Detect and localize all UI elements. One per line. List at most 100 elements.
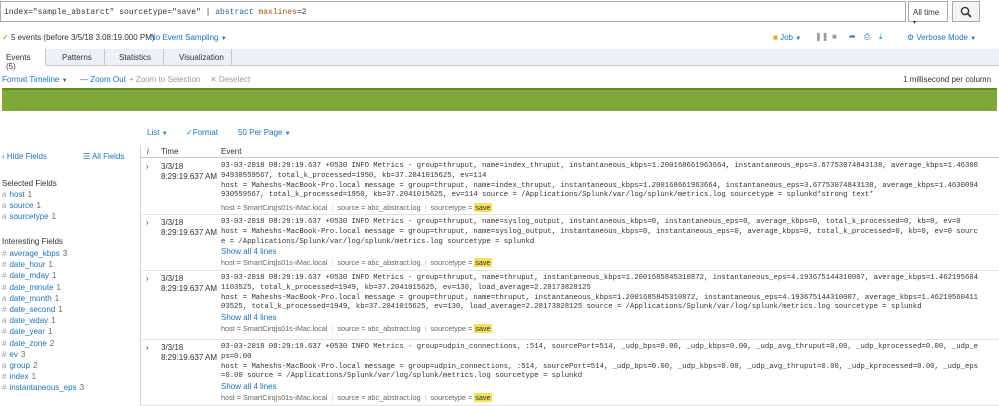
print-icon[interactable]: ⎙ bbox=[864, 32, 873, 41]
event-sampling-dropdown[interactable]: No Event Sampling ▼ bbox=[150, 33, 227, 42]
show-all-lines-link[interactable]: Show all 4 lines bbox=[221, 247, 277, 256]
field-type-icon: # bbox=[2, 327, 7, 337]
sourcetype-value[interactable]: save bbox=[474, 324, 492, 334]
field-item[interactable]: a date_month 1 bbox=[2, 294, 59, 303]
share-icon[interactable]: ➦ bbox=[849, 32, 858, 41]
list-icon: ☰ bbox=[83, 152, 91, 161]
column-info: i bbox=[147, 147, 149, 156]
field-count: 2 bbox=[32, 361, 38, 370]
field-type-icon: # bbox=[2, 282, 7, 292]
field-type-icon: # bbox=[2, 372, 7, 382]
events-count: ✓ 5 events (before 3/5/18 3:08:19.000 PM… bbox=[2, 33, 155, 42]
field-item[interactable]: # date_second 1 bbox=[2, 305, 63, 314]
expand-row-icon[interactable]: › bbox=[146, 343, 149, 352]
event-date: 3/3/18 bbox=[161, 274, 184, 283]
field-item[interactable]: a source 1 bbox=[2, 201, 41, 210]
all-fields-button[interactable]: ☰ All Fields bbox=[83, 152, 124, 161]
per-page-dropdown[interactable]: 50 Per Page ▼ bbox=[238, 128, 291, 137]
job-menu[interactable]: ■ Job ▼ bbox=[773, 33, 801, 42]
list-dropdown[interactable]: List ▼ bbox=[147, 128, 168, 137]
host-value[interactable]: SmartCirq|s01s-iMac.local bbox=[243, 393, 327, 402]
event-raw-text: 03-03-2018 08:29:19.637 +0530 INFO Metri… bbox=[221, 218, 979, 246]
field-type-icon: a bbox=[2, 316, 7, 326]
chevron-down-icon: ▾ bbox=[913, 20, 917, 26]
expand-row-icon[interactable]: › bbox=[146, 274, 149, 283]
column-time[interactable]: Time bbox=[161, 147, 178, 156]
timeline-scale: 1 millisecond per column bbox=[903, 75, 992, 84]
search-input[interactable]: index="sample_abstarct" sourcetype="save… bbox=[0, 1, 906, 22]
source-value[interactable]: abc_abstract.log bbox=[367, 203, 420, 212]
tab-events[interactable]: Events (5) bbox=[0, 49, 46, 71]
per-page-label: 50 Per Page bbox=[238, 128, 283, 137]
field-name: date_minute bbox=[9, 282, 54, 292]
zoom-out-button[interactable]: — Zoom Out bbox=[80, 75, 126, 84]
event-metadata: host = SmartCirq|s01s-iMac.local | source … bbox=[221, 393, 492, 403]
chevron-down-icon: ▼ bbox=[61, 78, 68, 84]
field-name: date_second bbox=[9, 305, 56, 314]
query-pipe: | bbox=[200, 8, 216, 17]
export-icon[interactable]: ⤓ bbox=[879, 32, 888, 41]
timeline-chart[interactable] bbox=[2, 88, 997, 111]
source-value[interactable]: abc_abstract.log bbox=[367, 393, 420, 402]
events-table: i Time Event › 3/3/18 8:29:19.637 AM 03-03-… bbox=[140, 145, 999, 406]
tab-statistics[interactable]: Statistics bbox=[105, 49, 164, 66]
field-item[interactable]: # instantaneous_eps 3 bbox=[2, 383, 84, 392]
field-item[interactable]: # ev 3 bbox=[2, 350, 25, 359]
zoom-to-selection-button[interactable]: + Zoom to Selection bbox=[129, 75, 200, 84]
show-all-lines-link[interactable]: Show all 4 lines bbox=[221, 313, 277, 322]
column-event[interactable]: Event bbox=[221, 147, 241, 156]
field-count: 1 bbox=[54, 293, 60, 303]
expand-row-icon[interactable]: › bbox=[146, 218, 149, 227]
time-range-picker[interactable]: All time ▾ bbox=[908, 1, 948, 26]
meta-separator: | bbox=[424, 393, 427, 403]
field-item[interactable]: # date_mday 1 bbox=[2, 271, 57, 280]
field-item[interactable]: a date_wday 1 bbox=[2, 316, 56, 325]
sourcetype-value[interactable]: save bbox=[474, 258, 492, 268]
field-item[interactable]: a host 1 bbox=[2, 190, 32, 199]
deselect-button[interactable]: ✕ Deselect bbox=[210, 75, 250, 84]
field-item[interactable]: # date_hour 1 bbox=[2, 260, 53, 269]
search-button[interactable] bbox=[952, 1, 980, 22]
field-name: group bbox=[9, 361, 30, 370]
field-item[interactable]: a sourcetype 1 bbox=[2, 212, 56, 221]
job-label: Job bbox=[780, 33, 793, 42]
field-item[interactable]: # date_minute 1 bbox=[2, 283, 61, 292]
tab-patterns[interactable]: Patterns bbox=[46, 49, 105, 66]
fields-sidebar: ‹ Hide Fields ☰ All Fields Selected Fiel… bbox=[0, 145, 140, 406]
pause-icon[interactable]: ❚❚ bbox=[815, 32, 828, 41]
format-timeline-dropdown[interactable]: Format Timeline ▼ bbox=[2, 75, 68, 84]
event-row: › 3/3/18 8:29:19.637 AM 03-03-2018 08:29:19… bbox=[141, 215, 999, 271]
source-value[interactable]: abc_abstract.log bbox=[367, 258, 420, 267]
field-item[interactable]: # date_zone 2 bbox=[2, 339, 54, 348]
host-value[interactable]: SmartCirq|s01s-iMac.local bbox=[243, 324, 327, 333]
meta-separator: | bbox=[331, 393, 334, 403]
field-item[interactable]: # average_kbps 3 bbox=[2, 249, 67, 258]
tab-visualization[interactable]: Visualization bbox=[164, 49, 232, 66]
search-mode-dropdown[interactable]: ⚙ Verbose Mode ▼ bbox=[907, 33, 976, 42]
sourcetype-value[interactable]: save bbox=[474, 203, 492, 213]
format-timeline-label: Format Timeline bbox=[2, 75, 60, 84]
host-value[interactable]: SmartCirq|s01s-iMac.local bbox=[243, 203, 327, 212]
field-type-icon: # bbox=[2, 249, 7, 258]
field-name: host bbox=[9, 190, 25, 199]
hide-fields-button[interactable]: ‹ Hide Fields bbox=[2, 152, 47, 161]
list-label: List bbox=[147, 128, 160, 137]
field-count: 1 bbox=[36, 201, 41, 211]
source-label: source = bbox=[337, 393, 368, 403]
format-dropdown[interactable]: ✓Format bbox=[186, 128, 218, 137]
field-count: 1 bbox=[58, 305, 63, 314]
field-item[interactable]: a group 2 bbox=[2, 361, 37, 370]
source-value[interactable]: abc_abstract.log bbox=[367, 324, 420, 333]
field-item[interactable]: # date_year 1 bbox=[2, 327, 53, 336]
field-item[interactable]: # index 1 bbox=[2, 372, 36, 381]
stop-icon[interactable]: ■ bbox=[832, 32, 841, 41]
host-value[interactable]: SmartCirq|s01s-iMac.local bbox=[243, 258, 327, 267]
field-type-icon: a bbox=[2, 190, 7, 199]
meta-separator: | bbox=[331, 203, 334, 213]
check-icon: ✓ bbox=[2, 33, 9, 42]
meta-separator: | bbox=[424, 203, 427, 213]
sparkle-icon: ⚙ bbox=[907, 33, 915, 42]
expand-row-icon[interactable]: › bbox=[146, 162, 149, 171]
sourcetype-value[interactable]: save bbox=[474, 393, 492, 403]
show-all-lines-link[interactable]: Show all 4 lines bbox=[221, 382, 277, 391]
